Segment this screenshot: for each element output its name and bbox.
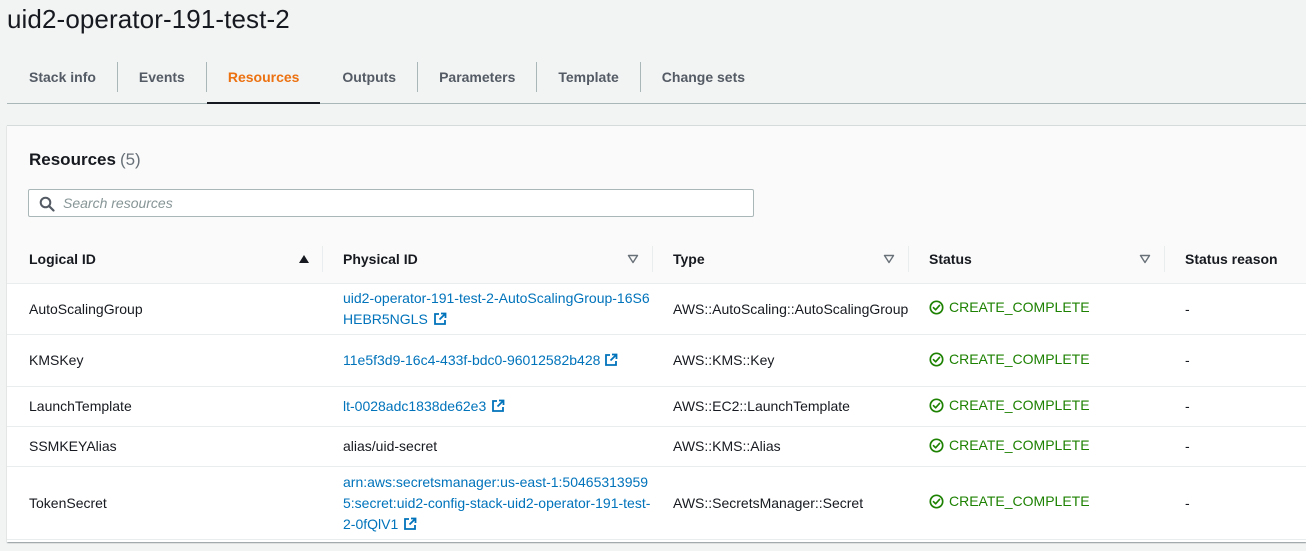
cell-physical-id: lt-0028adc1838de62e3 <box>323 386 653 427</box>
tab-stack-info[interactable]: Stack info <box>7 51 117 103</box>
caret-down-outline-icon <box>1139 254 1151 263</box>
table-row: KMSKey 11e5f3d9-16c4-433f-bdc0-96012582b… <box>7 334 1306 387</box>
cell-status: CREATE_COMPLETE <box>909 466 1165 540</box>
status-indicator: CREATE_COMPLETE <box>929 491 1090 512</box>
physical-id-text: uid2-operator-191-test-2-AutoScalingGrou… <box>343 290 650 327</box>
table-row: LaunchTemplate lt-0028adc1838de62e3 AWS:… <box>7 386 1306 427</box>
caret-down-outline-icon <box>627 254 639 263</box>
status-indicator: CREATE_COMPLETE <box>929 349 1090 370</box>
cell-physical-id: 11e5f3d9-16c4-433f-bdc0-96012582b428 <box>323 334 653 387</box>
column-label: Type <box>673 250 705 267</box>
column-header-type[interactable]: Type <box>653 234 909 284</box>
table-row: AutoScalingGroup uid2-operator-191-test-… <box>7 283 1306 335</box>
cell-type: AWS::KMS::Key <box>653 334 909 387</box>
external-link-icon <box>433 312 447 325</box>
tab-parameters[interactable]: Parameters <box>418 51 536 103</box>
search-icon <box>39 196 55 212</box>
resources-panel-title: Resources (5) <box>29 150 141 170</box>
status-indicator: CREATE_COMPLETE <box>929 435 1090 456</box>
page-title: uid2-operator-191-test-2 <box>7 4 290 34</box>
cell-physical-id: alias/uid-secret <box>323 426 653 467</box>
check-circle-icon <box>929 437 944 453</box>
cell-status-reason: - <box>1165 283 1306 335</box>
cell-status: CREATE_COMPLETE <box>909 426 1165 467</box>
external-link-icon <box>605 353 618 366</box>
column-label: Logical ID <box>29 250 96 267</box>
column-header-physical-id[interactable]: Physical ID <box>323 234 653 284</box>
physical-id-link[interactable]: lt-0028adc1838de62e3 <box>343 398 505 414</box>
resources-title-text: Resources <box>29 150 116 169</box>
tab-events[interactable]: Events <box>118 51 206 103</box>
resources-table: Logical ID Physical ID Type Status Statu… <box>7 234 1306 540</box>
cell-logical-id: LaunchTemplate <box>7 386 323 427</box>
external-link-icon <box>404 517 417 530</box>
cell-status: CREATE_COMPLETE <box>909 386 1165 427</box>
cell-status: CREATE_COMPLETE <box>909 283 1165 335</box>
physical-id-link[interactable]: uid2-operator-191-test-2-AutoScalingGrou… <box>343 290 650 327</box>
physical-id-text: arn:aws:secretsmanager:us-east-1:5046531… <box>343 473 651 532</box>
status-text: CREATE_COMPLETE <box>949 396 1090 413</box>
cell-type: AWS::KMS::Alias <box>653 426 909 467</box>
tab-change-sets[interactable]: Change sets <box>641 51 766 103</box>
caret-down-outline-icon <box>883 254 895 263</box>
cell-type: AWS::AutoScaling::AutoScalingGroup <box>653 283 909 335</box>
column-label: Status reason <box>1185 250 1278 267</box>
check-circle-icon <box>929 351 944 367</box>
tab-resources[interactable]: Resources <box>206 51 321 104</box>
cell-type: AWS::EC2::LaunchTemplate <box>653 386 909 427</box>
cell-status-reason: - <box>1165 426 1306 467</box>
tab-bar: Stack info Events Resources Outputs Para… <box>7 51 1306 104</box>
search-box[interactable] <box>28 189 754 217</box>
column-header-logical-id[interactable]: Logical ID <box>7 234 323 284</box>
cell-logical-id: SSMKEYAlias <box>7 426 323 467</box>
column-header-status-reason[interactable]: Status reason <box>1165 234 1306 284</box>
tab-outputs[interactable]: Outputs <box>321 51 417 103</box>
external-link-icon <box>492 399 505 412</box>
physical-id-text: 11e5f3d9-16c4-433f-bdc0-96012582b428 <box>343 352 601 368</box>
check-circle-icon <box>929 494 944 509</box>
table-row: TokenSecret arn:aws:secretsmanager:us-ea… <box>7 466 1306 540</box>
physical-id-link[interactable]: 11e5f3d9-16c4-433f-bdc0-96012582b428 <box>343 352 618 368</box>
column-label: Physical ID <box>343 250 418 267</box>
cell-type: AWS::SecretsManager::Secret <box>653 466 909 540</box>
status-text: CREATE_COMPLETE <box>949 493 1090 509</box>
resources-panel-header: Resources (5) <box>7 126 1306 235</box>
table-header-row: Logical ID Physical ID Type Status Statu… <box>7 234 1306 284</box>
physical-id-text: lt-0028adc1838de62e3 <box>343 398 487 414</box>
column-label: Status <box>929 250 972 267</box>
search-input[interactable] <box>63 192 743 214</box>
status-text: CREATE_COMPLETE <box>949 436 1090 453</box>
cell-status-reason: - <box>1165 386 1306 427</box>
physical-id-link[interactable]: arn:aws:secretsmanager:us-east-1:5046531… <box>343 474 650 532</box>
tab-template[interactable]: Template <box>537 51 639 103</box>
cell-logical-id: AutoScalingGroup <box>7 283 323 335</box>
status-text: CREATE_COMPLETE <box>949 350 1090 367</box>
resources-panel: Resources(5) Logical ID Physi <box>7 125 1306 542</box>
cell-status-reason: - <box>1165 466 1306 540</box>
table-row: SSMKEYAlias alias/uid-secret AWS::KMS::A… <box>7 426 1306 467</box>
status-indicator: CREATE_COMPLETE <box>929 395 1090 416</box>
cell-logical-id: KMSKey <box>7 334 323 387</box>
status-indicator: CREATE_COMPLETE <box>929 297 1090 318</box>
check-circle-icon <box>929 300 944 315</box>
resources-count: (5) <box>119 150 141 169</box>
cell-status-reason: - <box>1165 334 1306 387</box>
cell-physical-id: uid2-operator-191-test-2-AutoScalingGrou… <box>323 283 653 335</box>
check-circle-icon <box>929 397 944 413</box>
cell-logical-id: TokenSecret <box>7 466 323 540</box>
cell-physical-id: arn:aws:secretsmanager:us-east-1:5046531… <box>323 466 653 540</box>
caret-up-icon <box>299 254 309 263</box>
cell-status: CREATE_COMPLETE <box>909 334 1165 387</box>
status-text: CREATE_COMPLETE <box>949 299 1090 315</box>
column-header-status[interactable]: Status <box>909 234 1165 284</box>
